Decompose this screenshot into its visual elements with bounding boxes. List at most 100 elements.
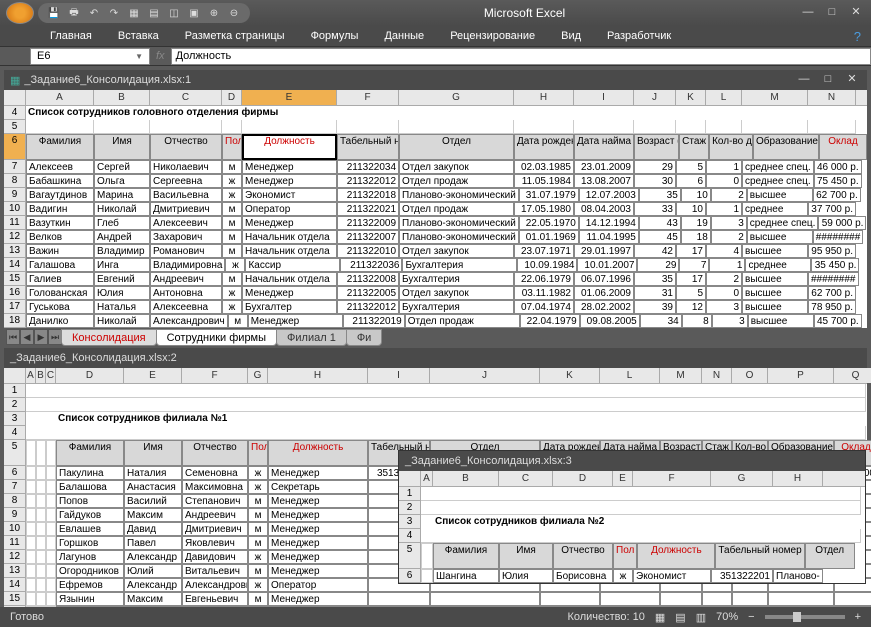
sheet-tab[interactable]: Филиал 1: [276, 329, 347, 346]
cell[interactable]: 01.01.1969: [519, 230, 579, 244]
table-header[interactable]: Фамилия: [433, 543, 499, 569]
column-header[interactable]: M: [742, 90, 808, 105]
cell[interactable]: м: [248, 522, 268, 536]
cell[interactable]: среднее: [745, 258, 811, 272]
cell[interactable]: 95 950 р.: [808, 244, 856, 258]
table-header[interactable]: Кол-во детей: [709, 134, 753, 160]
cell[interactable]: Менеджер: [268, 592, 368, 606]
cell[interactable]: Лагунов: [56, 550, 124, 564]
cell[interactable]: 17: [676, 272, 706, 286]
zoom-in-icon[interactable]: +: [855, 611, 861, 623]
cell[interactable]: 78 950 р.: [808, 300, 856, 314]
cell[interactable]: Евлашев: [56, 522, 124, 536]
cell[interactable]: 211322008: [337, 272, 399, 286]
cell[interactable]: [26, 564, 36, 578]
row-header[interactable]: 18: [4, 314, 26, 328]
cell[interactable]: Алексеевна: [150, 300, 222, 314]
cell[interactable]: 7: [679, 258, 709, 272]
cell[interactable]: 211322012: [337, 300, 399, 314]
cell[interactable]: 11.05.1984: [514, 174, 574, 188]
cell[interactable]: м: [248, 564, 268, 578]
sheet-tab-active[interactable]: Сотрудники фирмы: [156, 329, 277, 346]
cell[interactable]: Менеджер: [268, 564, 368, 578]
ribbon-tab[interactable]: Вид: [557, 28, 585, 44]
cell[interactable]: Огородников: [56, 564, 124, 578]
qat-icon[interactable]: ▦: [126, 5, 142, 21]
column-header[interactable]: J: [430, 368, 540, 383]
cell[interactable]: 07.04.1974: [514, 300, 574, 314]
cell[interactable]: Павел: [124, 536, 182, 550]
cell[interactable]: 211322034: [337, 160, 399, 174]
qat-icon[interactable]: ▤: [146, 5, 162, 21]
cell[interactable]: 29.01.1997: [574, 244, 634, 258]
cell[interactable]: Ефремов: [56, 578, 124, 592]
cell[interactable]: Гайдуков: [56, 508, 124, 522]
row-header[interactable]: 1: [399, 487, 421, 501]
column-header[interactable]: F: [337, 90, 399, 105]
cell[interactable]: 09.08.2005: [580, 314, 640, 328]
cell[interactable]: высшее: [742, 300, 808, 314]
cell[interactable]: [36, 508, 46, 522]
cell[interactable]: 23.01.2009: [574, 160, 634, 174]
cell[interactable]: [732, 592, 768, 606]
cell[interactable]: [46, 480, 56, 494]
zoom-out-icon[interactable]: −: [748, 611, 754, 623]
cell[interactable]: [46, 508, 56, 522]
cell[interactable]: среднее: [742, 202, 808, 216]
cell[interactable]: Менеджер: [268, 508, 368, 522]
cell[interactable]: [36, 494, 46, 508]
cell[interactable]: 30: [634, 174, 676, 188]
table-header[interactable]: Имя: [94, 134, 150, 160]
cell[interactable]: 1: [706, 160, 742, 174]
cell[interactable]: Данилко: [26, 314, 94, 328]
qat-icon[interactable]: ▣: [186, 5, 202, 21]
row-header[interactable]: 13: [4, 244, 26, 258]
maximize-icon[interactable]: □: [819, 73, 837, 87]
cell[interactable]: 2: [706, 272, 742, 286]
cell[interactable]: Менеджер: [242, 286, 337, 300]
cell[interactable]: 42: [634, 244, 676, 258]
table-header[interactable]: Стаж: [679, 134, 709, 160]
row-header[interactable]: 4: [4, 106, 26, 120]
cell[interactable]: 5: [676, 286, 706, 300]
cell[interactable]: [36, 536, 46, 550]
cell[interactable]: Менеджер: [268, 536, 368, 550]
print-icon[interactable]: 🖶: [66, 5, 82, 21]
spreadsheet-grid[interactable]: A B C D E F G H 1 2 3Список сотрудников …: [399, 471, 865, 583]
cell[interactable]: Василий: [124, 494, 182, 508]
zoom-level[interactable]: 70%: [716, 611, 738, 623]
column-header[interactable]: B: [433, 471, 499, 486]
cell[interactable]: 23.07.1971: [514, 244, 574, 258]
select-all-button[interactable]: [4, 90, 26, 105]
column-header[interactable]: D: [56, 368, 124, 383]
zoom-slider[interactable]: [765, 615, 845, 619]
row-header[interactable]: 14: [4, 578, 26, 592]
cell[interactable]: Антоновна: [150, 286, 222, 300]
cell[interactable]: Владимировна: [150, 258, 225, 272]
cell[interactable]: Романович: [150, 244, 222, 258]
cell[interactable]: ж: [248, 578, 268, 592]
cell[interactable]: [834, 592, 871, 606]
table-header[interactable]: Пол: [248, 440, 268, 466]
cell[interactable]: м: [248, 508, 268, 522]
cell[interactable]: Кассир: [245, 258, 340, 272]
table-header[interactable]: Оклад: [819, 134, 867, 160]
column-header[interactable]: G: [711, 471, 773, 486]
row-header[interactable]: 4: [399, 529, 421, 543]
qat-icon[interactable]: ⊕: [206, 5, 222, 21]
cell[interactable]: Отдел продаж: [405, 314, 520, 328]
cell[interactable]: Наталия: [124, 466, 182, 480]
cell[interactable]: Отдел продаж: [399, 202, 514, 216]
save-icon[interactable]: 💾: [46, 5, 62, 21]
column-header[interactable]: L: [706, 90, 742, 105]
qat-icon[interactable]: ◫: [166, 5, 182, 21]
cell[interactable]: [26, 508, 36, 522]
cell[interactable]: 31.07.1979: [519, 188, 579, 202]
column-header[interactable]: N: [702, 368, 732, 383]
cell[interactable]: 10.01.2007: [577, 258, 637, 272]
first-sheet-icon[interactable]: ⏮: [6, 329, 20, 345]
prev-sheet-icon[interactable]: ◀: [20, 329, 34, 345]
cell[interactable]: 10.09.1984: [517, 258, 577, 272]
cell[interactable]: [46, 522, 56, 536]
cell[interactable]: 211322019: [343, 314, 405, 328]
